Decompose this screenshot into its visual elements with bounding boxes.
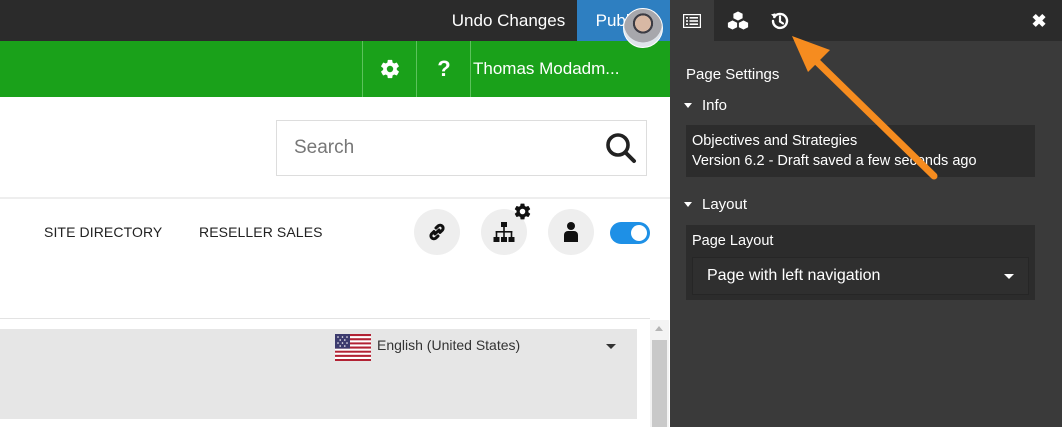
chevron-down-icon[interactable]: [606, 344, 616, 349]
site-header-bar: ? Thomas Modadm...: [0, 41, 670, 97]
top-toolbar: Undo Changes Publish: [0, 0, 670, 41]
version-status: Version 6.2 - Draft saved a few seconds …: [692, 153, 977, 169]
panel-tab-bar: ✖: [670, 0, 1062, 41]
link-icon: [429, 223, 445, 241]
layout-heading: Layout: [702, 196, 748, 213]
page-layout-select[interactable]: Page with left navigation: [692, 257, 1029, 295]
page-layout-label: Page Layout: [692, 233, 774, 249]
user-icon: [564, 222, 578, 242]
info-section-toggle[interactable]: Info: [684, 97, 727, 114]
list-icon: [683, 13, 701, 28]
edit-mode-toggle[interactable]: [610, 222, 650, 244]
language-panel: [0, 329, 637, 419]
header-divider: [0, 197, 670, 199]
nav-link-reseller-sales[interactable]: RESELLER SALES: [199, 224, 323, 240]
undo-changes-button[interactable]: Undo Changes: [440, 0, 577, 41]
tab-components[interactable]: [716, 0, 760, 41]
content-divider: [0, 318, 650, 319]
nav-link-site-directory[interactable]: SITE DIRECTORY: [44, 224, 162, 240]
language-selector-label[interactable]: English (United States): [377, 337, 520, 353]
user-button[interactable]: [548, 209, 594, 255]
user-name[interactable]: Thomas Modadm...: [473, 41, 619, 97]
tab-history[interactable]: [758, 0, 802, 41]
scroll-up-arrow-icon[interactable]: [655, 326, 663, 331]
page-name: Objectives and Strategies: [692, 133, 858, 149]
page-layout-value: Page with left navigation: [707, 267, 881, 284]
header-separator: [416, 41, 417, 97]
search-input[interactable]: [277, 121, 597, 175]
close-icon[interactable]: ✖: [1027, 9, 1051, 33]
info-heading: Info: [702, 97, 728, 114]
gear-icon: [381, 59, 399, 79]
tab-page-settings[interactable]: [670, 0, 714, 41]
caret-down-icon: [684, 103, 692, 108]
avatar[interactable]: [623, 8, 663, 48]
layout-box: Page Layout Page with left navigation: [686, 225, 1035, 300]
settings-button[interactable]: [364, 41, 416, 97]
layout-section-toggle[interactable]: Layout: [684, 196, 747, 213]
sitemap-icon: [493, 222, 515, 242]
header-separator: [362, 41, 363, 97]
link-button[interactable]: [414, 209, 460, 255]
header-separator: [470, 41, 471, 97]
search-box: [276, 120, 647, 176]
page-settings-panel: ✖ Page Settings Info Objectives and Stra…: [670, 0, 1062, 427]
caret-down-icon: [684, 202, 692, 207]
us-flag-icon[interactable]: [335, 334, 371, 361]
help-button[interactable]: ?: [418, 41, 470, 97]
info-box: Objectives and Strategies Version 6.2 - …: [686, 125, 1035, 177]
panel-title: Page Settings: [686, 66, 780, 83]
scrollbar-thumb[interactable]: [652, 340, 667, 427]
cubes-icon: [727, 10, 749, 30]
history-icon: [771, 12, 789, 29]
chevron-down-icon: [1004, 274, 1014, 279]
search-icon[interactable]: [604, 131, 638, 165]
toggle-knob: [631, 225, 647, 241]
gear-icon[interactable]: [513, 202, 532, 221]
